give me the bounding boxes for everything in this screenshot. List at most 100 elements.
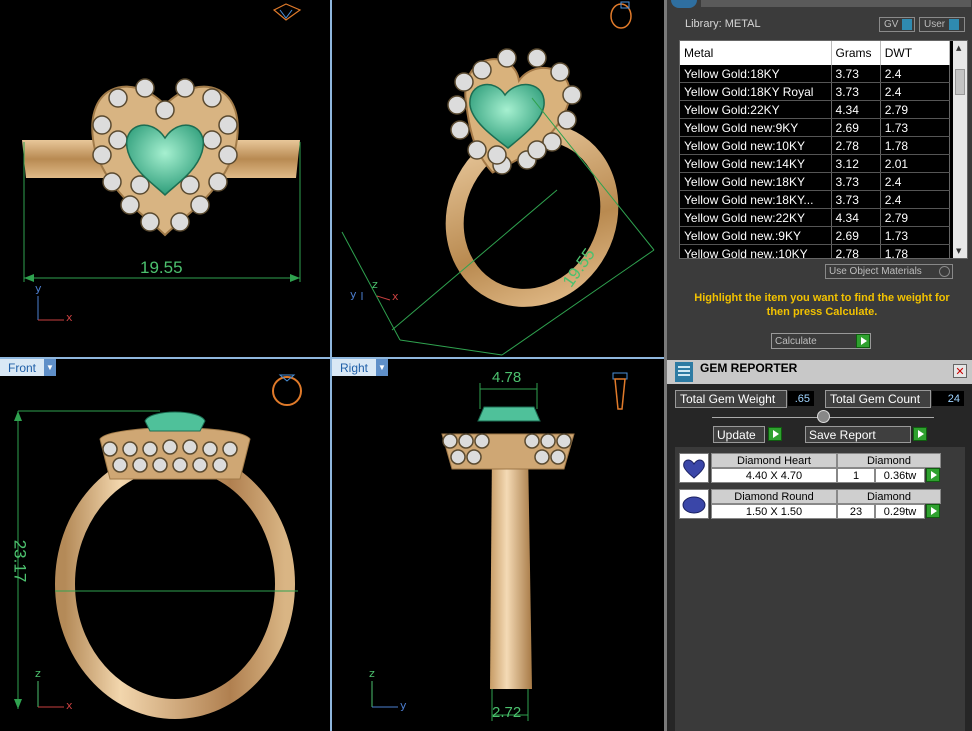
gem-slider-knob[interactable] xyxy=(817,410,830,423)
calculate-go-icon[interactable] xyxy=(856,334,870,348)
right-dimension-top-label: 4.78 xyxy=(492,369,522,386)
diamond-stone xyxy=(534,449,550,465)
update-button[interactable]: Update xyxy=(713,426,765,443)
front-view-tab[interactable]: Front ▼ xyxy=(0,359,57,376)
table-row[interactable]: Yellow Gold:18KY 3.73 2.4 xyxy=(680,65,951,83)
top-axis-x-label: x xyxy=(66,311,73,324)
round-gem-icon xyxy=(679,489,709,519)
viewport-perspective[interactable]: 19.55 y x z xyxy=(332,0,664,357)
table-row[interactable]: Yellow Gold new:9KY 2.69 1.73 xyxy=(680,118,951,137)
total-gem-weight-label: Total Gem Weight xyxy=(675,390,787,408)
table-row[interactable]: Yellow Gold new:10KY 2.78 1.78 xyxy=(680,136,951,155)
perspective-view-render xyxy=(341,1,655,356)
metal-table-scrollbar[interactable]: ▲ ▼ xyxy=(953,41,967,258)
right-view-tab[interactable]: Right ▼ xyxy=(332,359,389,376)
metal-table-header: Metal Grams DWT xyxy=(680,41,951,65)
perspective-view-icon xyxy=(610,1,632,29)
diamond-stone xyxy=(218,115,238,135)
grams-cell: 3.73 xyxy=(831,172,881,191)
right-axis-z-label: z xyxy=(369,667,375,680)
radio-icon xyxy=(939,266,950,277)
save-report-button[interactable]: Save Report xyxy=(805,426,911,443)
gem-weight: 0.29tw xyxy=(875,504,925,519)
diamond-stone xyxy=(466,449,482,465)
viewport-top[interactable]: 19.55 y x xyxy=(0,0,330,357)
gem-name: Diamond Round xyxy=(711,489,837,504)
diamond-stone xyxy=(218,145,238,165)
right-axis-y-label: y xyxy=(400,699,407,712)
diamond-stone xyxy=(202,441,218,457)
total-gem-weight-value: .65 xyxy=(788,391,814,406)
scroll-thumb[interactable] xyxy=(955,69,965,95)
scroll-down-icon[interactable]: ▼ xyxy=(956,247,961,255)
metal-cell: Yellow Gold new:9KY xyxy=(680,118,832,137)
diamond-stone xyxy=(172,457,188,473)
diamond-stone xyxy=(92,145,112,165)
table-row[interactable]: Yellow Gold new.:9KY 2.69 1.73 xyxy=(680,226,951,245)
grams-cell: 2.78 xyxy=(831,136,881,155)
metal-cell: Yellow Gold new:22KY xyxy=(680,208,832,227)
diamond-stone xyxy=(540,433,556,449)
diamond-stone xyxy=(112,457,128,473)
diamond-stone xyxy=(527,48,547,68)
front-axis-x-label: x xyxy=(66,699,73,712)
diamond-stone xyxy=(155,100,175,120)
metal-cell: Yellow Gold:18KY Royal xyxy=(680,82,832,101)
column-header-grams[interactable]: Grams xyxy=(831,41,881,65)
column-header-dwt[interactable]: DWT xyxy=(880,41,951,65)
close-icon[interactable]: ✕ xyxy=(953,364,967,378)
user-toggle-label: User xyxy=(924,19,946,30)
table-row[interactable]: Yellow Gold new:18KY... 3.73 2.4 xyxy=(680,190,951,209)
table-row[interactable]: Yellow Gold:22KY 4.34 2.79 xyxy=(680,100,951,119)
table-row[interactable]: Yellow Gold:18KY Royal 3.73 2.4 xyxy=(680,82,951,101)
gem-count: 1 xyxy=(837,468,875,483)
grams-cell: 2.78 xyxy=(831,244,881,258)
column-header-metal[interactable]: Metal xyxy=(680,41,832,65)
table-row[interactable]: Yellow Gold new:14KY 3.12 2.01 xyxy=(680,154,951,173)
dwt-cell: 2.79 xyxy=(880,208,951,227)
gem-row[interactable]: Diamond Round Diamond 1.50 X 1.50 23 0.2… xyxy=(679,489,941,520)
diamond-stone xyxy=(454,72,474,92)
right-panel: Library: METAL GV User Metal Grams DWT Y… xyxy=(664,0,972,731)
grams-cell: 2.69 xyxy=(831,226,881,245)
dwt-cell: 2.01 xyxy=(880,154,951,173)
top-dimension-label: 19.55 xyxy=(140,258,183,277)
gem-go-icon[interactable] xyxy=(926,504,940,518)
diamond-stone xyxy=(108,130,128,150)
dwt-cell: 2.79 xyxy=(880,100,951,119)
use-object-materials-label: Use Object Materials xyxy=(829,266,922,277)
diamond-stone xyxy=(450,120,470,140)
scroll-up-icon[interactable]: ▲ xyxy=(956,44,961,52)
gem-row[interactable]: Diamond Heart Diamond 4.40 X 4.70 1 0.36… xyxy=(679,453,941,484)
gv-toggle[interactable]: GV xyxy=(879,17,915,32)
viewport-divider-vertical[interactable] xyxy=(330,0,332,731)
table-row[interactable]: Yellow Gold new:22KY 4.34 2.79 xyxy=(680,208,951,227)
diamond-stone xyxy=(208,172,228,192)
user-toggle[interactable]: User xyxy=(919,17,965,32)
diamond-stone xyxy=(192,457,208,473)
chevron-down-icon[interactable]: ▼ xyxy=(44,359,57,376)
library-title: Library: METAL xyxy=(685,18,761,30)
viewport-right[interactable]: Right ▼ 4.78 2.72 z y xyxy=(332,359,664,731)
table-row[interactable]: Yellow Gold new:18KY 3.73 2.4 xyxy=(680,172,951,191)
front-view-render xyxy=(14,374,302,719)
right-view-render xyxy=(371,372,628,721)
gem-go-icon[interactable] xyxy=(926,468,940,482)
chevron-down-icon[interactable]: ▼ xyxy=(376,359,389,376)
diamond-stone xyxy=(152,457,168,473)
report-icon xyxy=(675,362,693,382)
table-row[interactable]: Yellow Gold new.:10KY 2.78 1.78 xyxy=(680,244,951,258)
top-view-render xyxy=(22,3,302,321)
gv-toggle-label: GV xyxy=(884,19,899,30)
diamond-stone xyxy=(162,439,178,455)
viewport-divider-horizontal[interactable] xyxy=(0,357,664,359)
metal-table[interactable]: Metal Grams DWT Yellow Gold:18KY 3.73 2.4 Y… xyxy=(679,40,968,259)
use-object-materials-checkbox[interactable]: Use Object Materials xyxy=(825,264,953,279)
save-report-go-icon[interactable] xyxy=(913,427,927,441)
viewport-front[interactable]: Front ▼ 23.17 z x xyxy=(0,359,330,731)
metal-cell: Yellow Gold new.:10KY xyxy=(680,244,832,258)
diamond-stone xyxy=(487,145,507,165)
diamond-stone xyxy=(102,172,122,192)
update-go-icon[interactable] xyxy=(768,427,782,441)
diamond-stone xyxy=(474,433,490,449)
